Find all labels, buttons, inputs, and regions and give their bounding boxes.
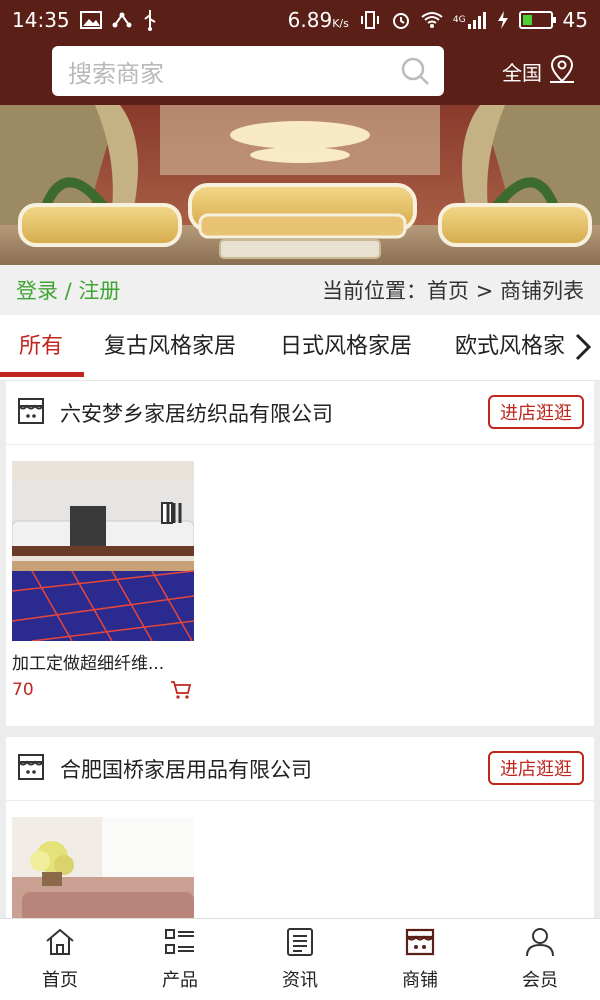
region-selector[interactable]: 全国	[502, 54, 576, 89]
share-icon	[112, 11, 132, 29]
nav-news-label: 资讯	[282, 970, 318, 991]
active-tab-indicator	[0, 372, 84, 377]
product-title[interactable]: 加工定做超细纤维...	[12, 649, 194, 674]
shop-name[interactable]: 合肥国桥家居用品有限公司	[60, 754, 312, 784]
location-pin-icon	[548, 54, 576, 89]
nav-home[interactable]: 首页	[0, 919, 120, 1000]
net-speed: 6.89	[287, 8, 333, 32]
wifi-icon	[421, 11, 443, 29]
status-bar: 14:35 6.89K/s 4G 45	[0, 0, 600, 40]
product-item[interactable]	[12, 817, 194, 918]
chevron-right-icon[interactable]	[566, 315, 600, 379]
signal-icon: 4G	[453, 11, 487, 29]
usb-icon	[142, 9, 158, 31]
region-label: 全国	[502, 61, 542, 85]
home-icon	[44, 927, 76, 962]
shop-card: 合肥国桥家居用品有限公司 进店逛逛	[6, 737, 594, 918]
tab-european[interactable]: 欧式风格家	[455, 315, 565, 379]
cart-icon[interactable]	[170, 680, 192, 705]
charging-icon	[497, 10, 509, 30]
news-icon	[284, 927, 316, 962]
clock: 14:35	[12, 8, 70, 32]
network-type: 4G	[452, 15, 466, 25]
visit-shop-button[interactable]: 进店逛逛	[488, 751, 584, 785]
nav-shops[interactable]: 商铺	[360, 919, 480, 1000]
nav-member-label: 会员	[522, 970, 558, 991]
nav-news[interactable]: 资讯	[240, 919, 360, 1000]
nav-member[interactable]: 会员	[480, 919, 600, 1000]
nav-home-label: 首页	[42, 970, 78, 991]
app-header: 搜索商家 全国	[0, 40, 600, 105]
shop-icon	[404, 927, 436, 962]
product-image[interactable]	[12, 461, 194, 641]
shop-name[interactable]: 六安梦乡家居纺织品有限公司	[60, 398, 333, 428]
shop-header[interactable]: 六安梦乡家居纺织品有限公司 进店逛逛	[6, 381, 594, 445]
breadcrumb: 当前位置：首页 > 商铺列表	[322, 279, 584, 303]
visit-shop-button[interactable]: 进店逛逛	[488, 395, 584, 429]
search-placeholder: 搜索商家	[68, 59, 164, 88]
gallery-icon	[79, 11, 102, 29]
alarm-icon	[391, 10, 411, 30]
nav-products-label: 产品	[162, 970, 198, 991]
search-input[interactable]: 搜索商家	[52, 46, 444, 96]
banner-image[interactable]	[0, 105, 600, 265]
shop-header[interactable]: 合肥国桥家居用品有限公司 进店逛逛	[6, 737, 594, 801]
search-icon[interactable]	[400, 56, 430, 92]
battery-icon	[518, 11, 556, 29]
category-tabs: 所有 复古风格家居 日式风格家居 欧式风格家	[0, 315, 600, 381]
product-image[interactable]	[12, 817, 194, 918]
tab-japanese[interactable]: 日式风格家居	[280, 315, 412, 379]
user-icon	[524, 927, 556, 962]
shop-icon	[16, 396, 46, 430]
nav-products[interactable]: 产品	[120, 919, 240, 1000]
breadcrumb-bar: 登录 / 注册 当前位置：首页 > 商铺列表	[0, 265, 600, 315]
product-item[interactable]: 加工定做超细纤维... 70	[12, 461, 194, 700]
product-list-icon	[164, 927, 196, 962]
nav-shops-label: 商铺	[402, 970, 438, 991]
bottom-nav: 首页 产品 资讯 商铺 会员	[0, 918, 600, 1000]
product-price-value: 70	[12, 680, 34, 700]
net-speed-unit: K/s	[332, 17, 349, 30]
shop-card: 六安梦乡家居纺织品有限公司 进店逛逛 加工定做超细纤维... 70	[6, 381, 594, 726]
product-price: 70	[12, 680, 194, 700]
tab-all[interactable]: 所有	[19, 315, 63, 379]
battery-level: 45	[562, 8, 588, 32]
tab-retro[interactable]: 复古风格家居	[104, 315, 236, 379]
shop-icon	[16, 752, 46, 786]
login-register-link[interactable]: 登录 / 注册	[16, 275, 120, 305]
vibrate-icon	[359, 10, 381, 30]
